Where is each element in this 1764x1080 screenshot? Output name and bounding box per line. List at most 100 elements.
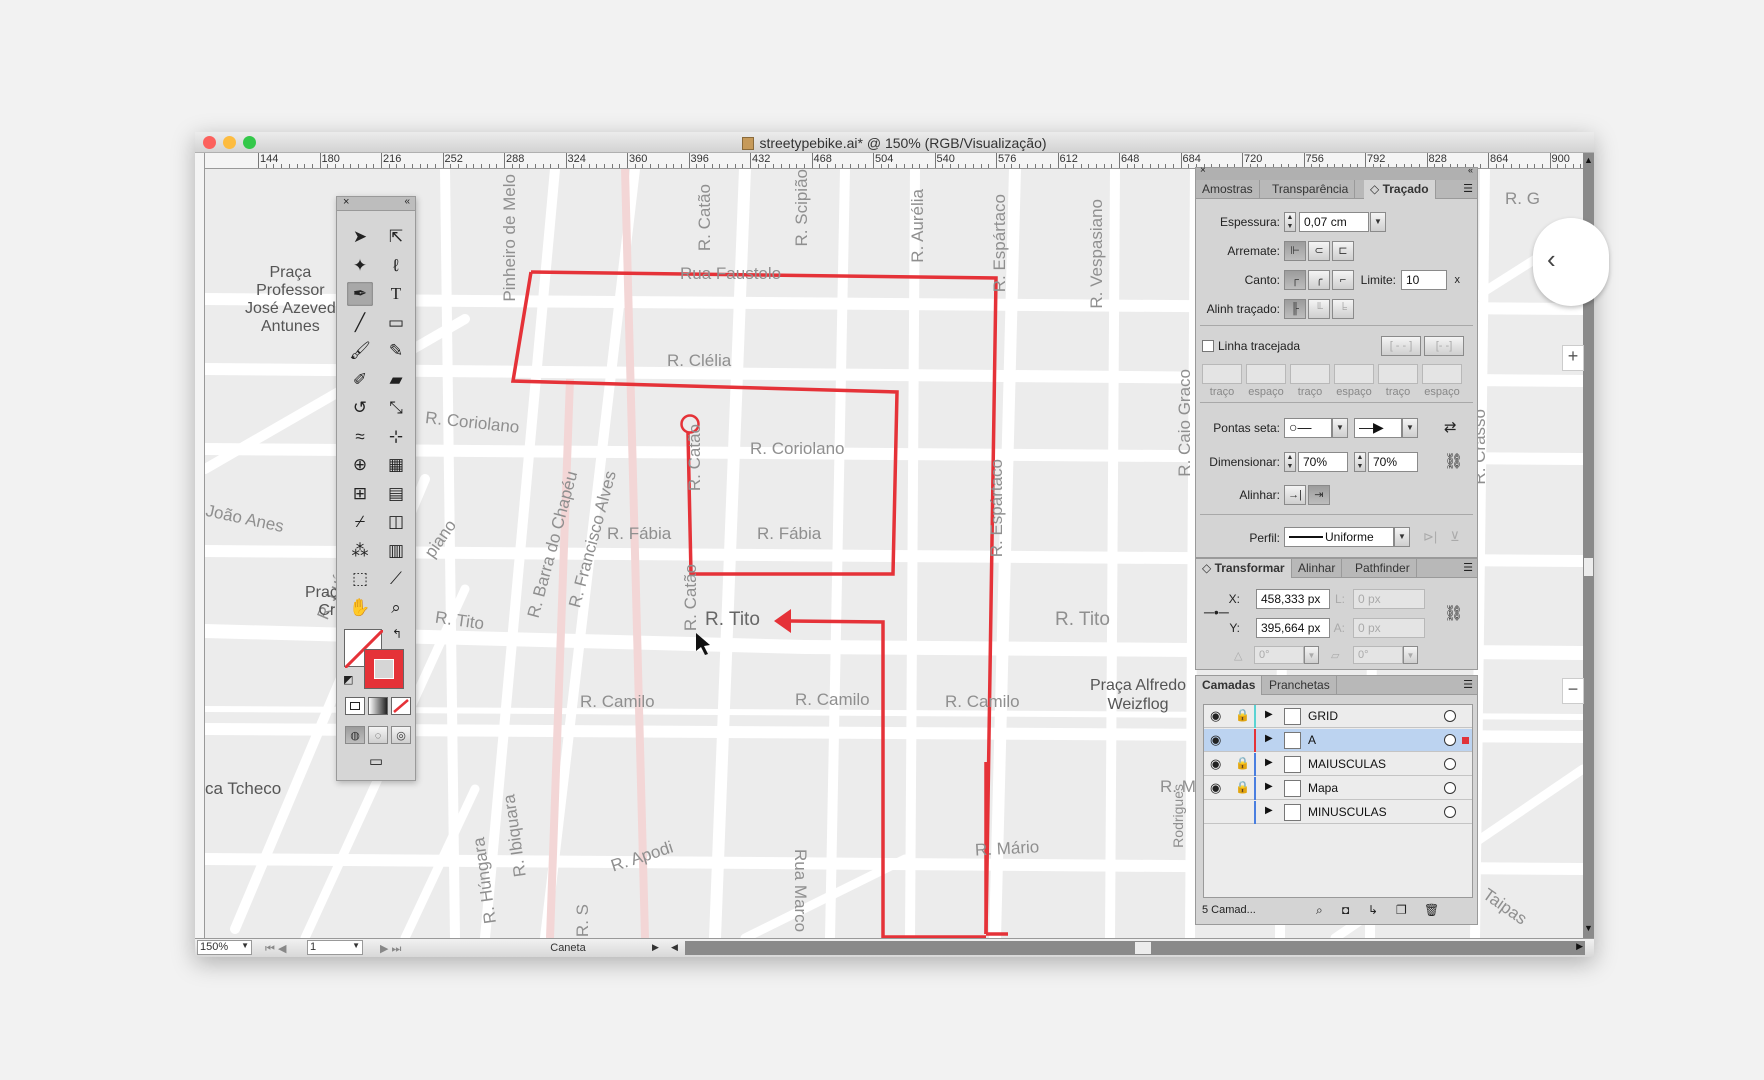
- target-layer-icon[interactable]: [1444, 806, 1456, 818]
- lock-icon[interactable]: 🔒: [1235, 756, 1250, 770]
- espessura-input[interactable]: 0,07 cm: [1299, 212, 1369, 232]
- lasso-icon[interactable]: ℓ: [383, 254, 409, 278]
- draw-inside-icon[interactable]: ◎: [391, 726, 411, 744]
- target-layer-icon[interactable]: [1444, 710, 1456, 722]
- status-menu-icon[interactable]: ▶: [652, 942, 659, 953]
- draw-normal-icon[interactable]: ◍: [345, 726, 365, 744]
- magic-wand-icon[interactable]: ✦: [347, 254, 373, 278]
- flip-across-icon[interactable]: ⊻: [1450, 529, 1460, 545]
- selection-icon[interactable]: ➤: [347, 225, 373, 249]
- gradient-icon[interactable]: ▤: [383, 482, 409, 506]
- expand-layer-icon[interactable]: ▶: [1265, 757, 1273, 768]
- eye-icon[interactable]: ◉: [1210, 708, 1221, 724]
- pen-icon[interactable]: ✒: [347, 282, 373, 306]
- end-scale-input[interactable]: 70%: [1368, 452, 1418, 472]
- map-navigation-widget[interactable]: ‹: [1533, 218, 1609, 306]
- dim-stepper-1[interactable]: ▲ ▼: [1284, 452, 1296, 472]
- chevron-down-icon[interactable]: ▼: [1403, 646, 1418, 664]
- scroll-right-icon[interactable]: ▶: [1576, 941, 1583, 952]
- x-input[interactable]: 458,333 px: [1256, 589, 1330, 609]
- reference-point-icon[interactable]: ─•─: [1204, 604, 1229, 620]
- eye-icon[interactable]: ◉: [1210, 780, 1221, 796]
- arrow-place-icon[interactable]: ⇥: [1308, 485, 1330, 505]
- tab-tracado[interactable]: ◇ Traçado: [1364, 180, 1436, 199]
- profile-select[interactable]: Uniforme: [1284, 527, 1394, 547]
- last-artboard-icon[interactable]: ▶ ⏭: [380, 942, 401, 956]
- end-arrow-select[interactable]: —▶: [1354, 418, 1402, 438]
- rectangle-icon[interactable]: ▭: [383, 311, 409, 335]
- tab-transformar[interactable]: ◇ Transformar: [1196, 559, 1292, 578]
- perspective-grid-icon[interactable]: ▦: [383, 453, 409, 477]
- line-icon[interactable]: ╱: [347, 311, 373, 335]
- collapse-panel-icon[interactable]: «: [404, 196, 410, 207]
- shape-builder-icon[interactable]: ⊕: [347, 453, 373, 477]
- gap-input[interactable]: [1334, 364, 1374, 384]
- artboard-select[interactable]: 1 ▼: [307, 940, 363, 955]
- chevron-left-icon[interactable]: ‹: [1547, 244, 1556, 275]
- pencil-icon[interactable]: ✎: [383, 339, 409, 363]
- zoom-select[interactable]: 150% ▼: [197, 940, 252, 955]
- symbol-sprayer-icon[interactable]: ⁂: [347, 539, 373, 563]
- vertical-scroll-thumb[interactable]: [1584, 558, 1593, 576]
- chevron-down-icon[interactable]: ▼: [1332, 418, 1348, 438]
- scroll-up-icon[interactable]: ▲: [1583, 155, 1594, 167]
- slice-icon[interactable]: ⟋: [383, 567, 409, 591]
- layer-row[interactable]: ◉ ▶ A: [1204, 729, 1472, 752]
- round-join-icon[interactable]: ╭: [1308, 270, 1330, 290]
- dash-input[interactable]: [1202, 364, 1242, 384]
- dash-exact-icon[interactable]: [ - - ]: [1381, 336, 1421, 356]
- linha-tracejada-checkbox[interactable]: [1202, 340, 1214, 352]
- expand-layer-icon[interactable]: ▶: [1265, 709, 1273, 720]
- stroke-swatch[interactable]: [364, 649, 404, 689]
- tab-amostras[interactable]: Amostras: [1196, 180, 1260, 199]
- target-layer-icon[interactable]: [1444, 758, 1456, 770]
- new-sublayer-icon[interactable]: ↳: [1368, 903, 1378, 917]
- start-scale-input[interactable]: 70%: [1298, 452, 1348, 472]
- locate-object-icon[interactable]: ⌕: [1316, 903, 1323, 918]
- butt-cap-icon[interactable]: ⊩: [1284, 241, 1306, 261]
- chevron-down-icon[interactable]: ▼: [1394, 527, 1410, 547]
- column-graph-icon[interactable]: ▥: [383, 539, 409, 563]
- tab-camadas[interactable]: Camadas: [1196, 676, 1263, 695]
- horizontal-scroll-thumb[interactable]: [1135, 942, 1151, 954]
- expand-layer-icon[interactable]: ▶: [1265, 733, 1273, 744]
- espessura-stepper[interactable]: ▲ ▼: [1284, 212, 1296, 232]
- miter-join-icon[interactable]: ┌: [1284, 270, 1306, 290]
- horizontal-scrollbar[interactable]: ▶: [685, 941, 1585, 955]
- eye-icon[interactable]: ◉: [1210, 756, 1221, 772]
- gradient-mode-button[interactable]: [368, 697, 388, 715]
- rotate-icon[interactable]: ↺: [347, 396, 373, 420]
- panel-drag-bar[interactable]: × «: [1196, 165, 1477, 180]
- flip-along-icon[interactable]: ⊳|: [1423, 529, 1437, 545]
- constrain-proportions-icon[interactable]: ⛓: [1444, 604, 1463, 622]
- scroll-down-icon[interactable]: ▼: [1583, 923, 1594, 935]
- draw-behind-icon[interactable]: ◌: [368, 726, 388, 744]
- rotate-input[interactable]: 0°: [1254, 646, 1304, 664]
- align-outside-stroke-icon[interactable]: ╘: [1332, 299, 1354, 319]
- align-inside-stroke-icon[interactable]: ╙: [1308, 299, 1330, 319]
- direct-selection-icon[interactable]: ⇱: [383, 225, 409, 249]
- panel-menu-icon[interactable]: ☰: [1463, 678, 1473, 691]
- new-layer-icon[interactable]: ❐: [1396, 903, 1407, 917]
- paintbrush-icon[interactable]: 🖌: [347, 339, 373, 363]
- eraser-icon[interactable]: ▰: [383, 368, 409, 392]
- dash-input[interactable]: [1378, 364, 1418, 384]
- espessura-dropdown-icon[interactable]: ▼: [1370, 212, 1386, 232]
- zoom-out-icon[interactable]: −: [1562, 678, 1584, 704]
- chevron-down-icon[interactable]: ▼: [1304, 646, 1319, 664]
- close-panel-icon[interactable]: ×: [1200, 165, 1206, 176]
- align-center-stroke-icon[interactable]: ╟: [1284, 299, 1306, 319]
- dim-stepper-2[interactable]: ▲ ▼: [1354, 452, 1366, 472]
- none-mode-button[interactable]: [391, 697, 411, 715]
- hand-icon[interactable]: ✋: [347, 596, 373, 620]
- tools-panel-header[interactable]: × «: [337, 196, 415, 211]
- projecting-cap-icon[interactable]: ⊏: [1332, 241, 1354, 261]
- dash-input[interactable]: [1290, 364, 1330, 384]
- bevel-join-icon[interactable]: ⌐: [1332, 270, 1354, 290]
- arrow-extend-icon[interactable]: →|: [1284, 485, 1306, 505]
- height-input[interactable]: 0 px: [1353, 618, 1425, 638]
- panel-menu-icon[interactable]: ☰: [1463, 182, 1473, 195]
- mesh-icon[interactable]: ⊞: [347, 482, 373, 506]
- tab-alinhar[interactable]: Alinhar: [1292, 559, 1343, 578]
- swap-arrows-icon[interactable]: ⇄: [1444, 418, 1457, 436]
